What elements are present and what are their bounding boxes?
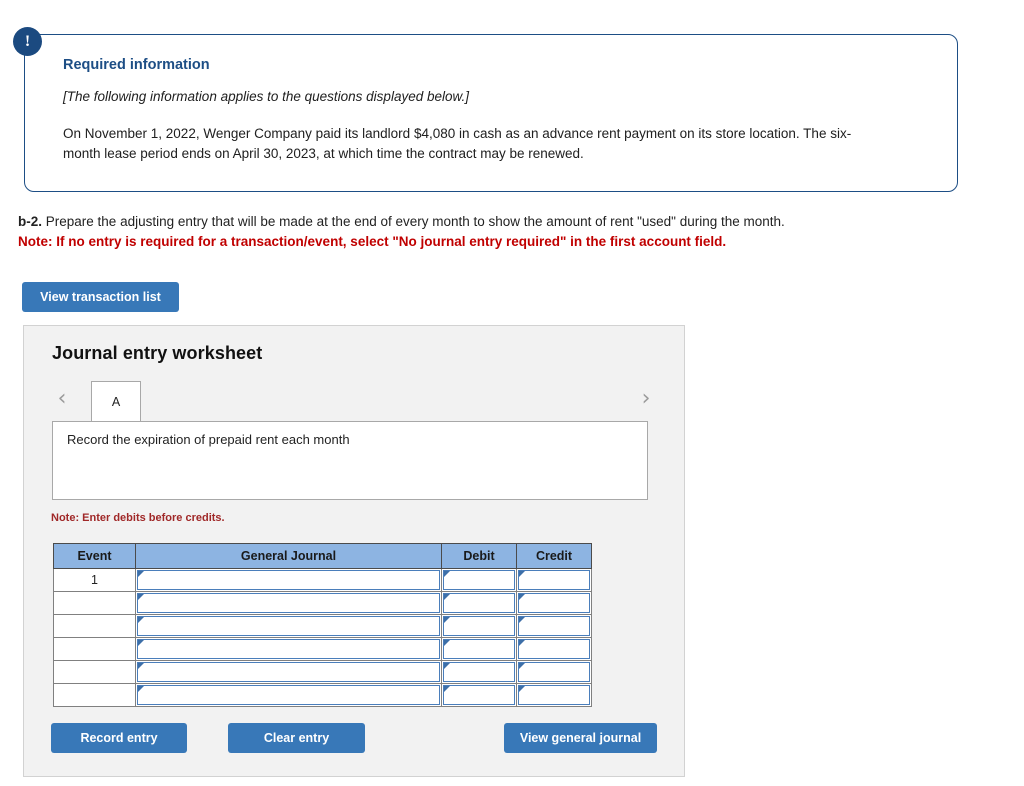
- chevron-right-icon[interactable]: ›: [636, 387, 656, 411]
- worksheet-tab-strip: ‹ A ›: [52, 378, 656, 421]
- entry-description-box: Record the expiration of prepaid rent ea…: [52, 421, 648, 500]
- table-row: [53, 683, 592, 707]
- journal-table-body: 1: [53, 568, 592, 707]
- table-row: [53, 637, 592, 661]
- column-header-event: Event: [53, 543, 136, 569]
- required-information-title: Required information: [63, 57, 210, 73]
- general-journal-field-cell: [135, 660, 442, 684]
- required-information-callout: Required information [The following info…: [24, 34, 958, 192]
- debit-field[interactable]: [443, 570, 515, 590]
- view-transaction-list-button[interactable]: View transaction list: [22, 282, 179, 312]
- general-journal-field-cell: [135, 683, 442, 707]
- credit-field-cell: [516, 660, 592, 684]
- question-block: b-2. Prepare the adjusting entry that wi…: [18, 212, 978, 253]
- view-general-journal-button[interactable]: View general journal: [504, 723, 657, 753]
- event-cell: [53, 660, 136, 684]
- debit-field-cell: [441, 637, 517, 661]
- debit-field[interactable]: [443, 685, 515, 705]
- event-cell: [53, 683, 136, 707]
- credit-field-cell: [516, 683, 592, 707]
- credit-field[interactable]: [518, 639, 590, 659]
- question-body: Prepare the adjusting entry that will be…: [42, 214, 785, 229]
- general-journal-field-cell: [135, 614, 442, 638]
- alert-exclamation-icon: !: [13, 27, 42, 56]
- table-row: [53, 614, 592, 638]
- credit-field-cell: [516, 568, 592, 592]
- credit-field[interactable]: [518, 593, 590, 613]
- general-journal-field-cell: [135, 637, 442, 661]
- event-cell: [53, 591, 136, 615]
- debit-field[interactable]: [443, 593, 515, 613]
- question-label: b-2.: [18, 214, 43, 229]
- required-information-body: On November 1, 2022, Wenger Company paid…: [63, 126, 852, 161]
- event-cell: [53, 637, 136, 661]
- column-header-debit: Debit: [441, 543, 517, 569]
- table-row: [53, 660, 592, 684]
- debit-field[interactable]: [443, 616, 515, 636]
- general-journal-field[interactable]: [137, 639, 440, 659]
- column-header-credit: Credit: [516, 543, 592, 569]
- journal-entry-table: Event General Journal Debit Credit 1: [53, 543, 592, 707]
- worksheet-title: Journal entry worksheet: [52, 343, 263, 363]
- credit-field[interactable]: [518, 616, 590, 636]
- event-cell: 1: [53, 568, 136, 592]
- credit-field-cell: [516, 591, 592, 615]
- column-header-general-journal: General Journal: [135, 543, 442, 569]
- debit-field-cell: [441, 568, 517, 592]
- journal-entry-worksheet-panel: Journal entry worksheet ‹ A › Record the…: [23, 325, 685, 777]
- debits-before-credits-note: Note: Enter debits before credits.: [51, 512, 225, 524]
- worksheet-tab-a[interactable]: A: [91, 381, 141, 421]
- credit-field[interactable]: [518, 570, 590, 590]
- clear-entry-button[interactable]: Clear entry: [228, 723, 365, 753]
- debit-field-cell: [441, 614, 517, 638]
- general-journal-field[interactable]: [137, 616, 440, 636]
- debit-field-cell: [441, 660, 517, 684]
- general-journal-field[interactable]: [137, 685, 440, 705]
- general-journal-field[interactable]: [137, 662, 440, 682]
- general-journal-field[interactable]: [137, 593, 440, 613]
- entry-description-text: Record the expiration of prepaid rent ea…: [67, 432, 350, 447]
- general-journal-field-cell: [135, 568, 442, 592]
- debit-field-cell: [441, 683, 517, 707]
- debit-field-cell: [441, 591, 517, 615]
- credit-field-cell: [516, 614, 592, 638]
- general-journal-field-cell: [135, 591, 442, 615]
- chevron-left-icon[interactable]: ‹: [52, 387, 72, 411]
- credit-field-cell: [516, 637, 592, 661]
- table-header-row: Event General Journal Debit Credit: [53, 543, 592, 569]
- credit-field[interactable]: [518, 685, 590, 705]
- question-text: b-2. Prepare the adjusting entry that wi…: [18, 212, 978, 232]
- event-cell: [53, 614, 136, 638]
- credit-field[interactable]: [518, 662, 590, 682]
- record-entry-button[interactable]: Record entry: [51, 723, 187, 753]
- general-journal-field[interactable]: [137, 570, 440, 590]
- required-information-subtitle: [The following information applies to th…: [63, 89, 469, 104]
- table-row: 1: [53, 568, 592, 592]
- question-note: Note: If no entry is required for a tran…: [18, 234, 727, 250]
- table-row: [53, 591, 592, 615]
- debit-field[interactable]: [443, 662, 515, 682]
- debit-field[interactable]: [443, 639, 515, 659]
